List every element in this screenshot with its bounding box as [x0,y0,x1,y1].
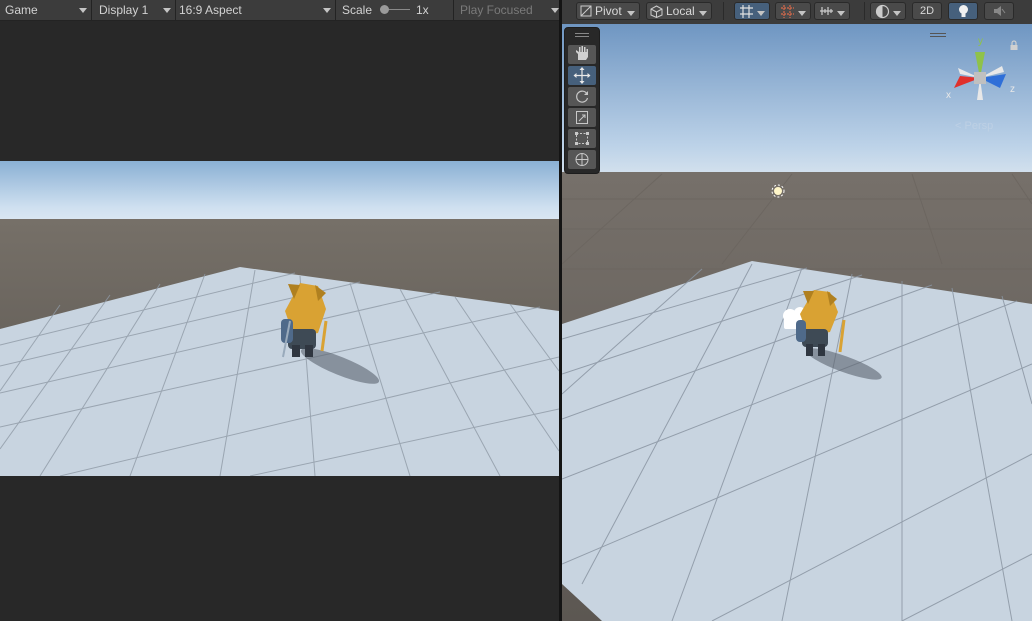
move-tool-button[interactable] [568,66,596,85]
shading-sphere-icon [875,4,890,19]
game-view-dropdown[interactable]: Game [0,0,92,20]
display-dropdown[interactable]: Display 1 [92,0,176,20]
local-cube-icon [650,5,663,18]
grid-snap-icon [740,5,753,18]
gizmo-center-cube[interactable] [974,72,986,84]
transform-tool-button[interactable] [568,150,596,169]
scene-view: Pivot Local 2D y x z < Persp [562,0,1032,621]
toolbar-divider [723,2,724,20]
chevron-down-icon [757,11,765,16]
transform-icon [575,153,589,166]
scale-control: Scale [336,0,454,20]
ruler-icon [820,7,833,15]
chevron-down-icon [798,11,806,16]
hand-icon [576,46,588,60]
z-axis-label: z [1010,84,1015,95]
pivot-dropdown[interactable]: Pivot [576,2,640,20]
move-arrows-icon [573,67,591,84]
pivot-label: Pivot [595,4,622,18]
sky [0,161,559,223]
chevron-down-icon [163,8,171,13]
chevron-down-icon [627,11,635,16]
draw-mode-button[interactable] [870,2,906,20]
game-render [0,161,559,476]
pivot-icon [580,5,592,17]
rotate-icon [576,90,589,103]
projection-label: Persp [964,120,994,132]
space-dropdown[interactable]: Local [646,2,712,20]
toolbar-divider [864,2,865,20]
scale-tool-button[interactable] [568,108,596,127]
scale-slider-handle[interactable] [380,5,389,14]
tools-overlay [564,27,600,174]
mode-2d-button[interactable]: 2D [912,2,942,20]
play-mode-dropdown[interactable]: Play Focused [454,0,559,20]
game-view-label: Game [5,3,38,17]
game-view: Game Display 1 16:9 Aspect Scale 1x Play… [0,0,559,621]
gizmo-drag-handle-icon[interactable] [930,33,946,34]
audio-toggle[interactable] [984,2,1014,20]
rect-tool-button[interactable] [568,129,596,148]
perspective-arrow-icon: < [955,120,962,132]
display-label: Display 1 [99,3,149,17]
scale-icon [576,111,588,124]
projection-toggle[interactable]: < Persp [955,120,993,132]
increment-snap-icon [781,5,794,18]
light-bulb-icon [959,5,968,17]
chevron-down-icon [79,8,87,13]
rotate-tool-button[interactable] [568,87,596,106]
scale-label: Scale [342,3,373,17]
chevron-down-icon [323,8,331,13]
mode-2d-label: 2D [919,5,935,17]
play-mode-label: Play Focused [460,3,533,17]
chevron-down-icon [837,11,845,16]
rect-transform-icon [575,132,589,145]
grid-snapping-button[interactable] [734,2,770,20]
chevron-down-icon [699,11,707,16]
lock-icon[interactable] [1009,40,1019,51]
aspect-dropdown[interactable]: 16:9 Aspect [176,0,336,20]
lighting-toggle[interactable] [948,2,978,20]
aspect-label: 16:9 Aspect [179,3,242,17]
space-label: Local [666,4,695,18]
chevron-down-icon [893,11,901,16]
increment-snap-button[interactable] [775,2,811,20]
y-axis-label: y [978,36,983,47]
chevron-down-icon [551,8,559,13]
scale-value: 1x [416,3,429,17]
grid-settings-button[interactable] [814,2,850,20]
drag-handle-icon[interactable] [575,33,589,34]
speaker-mute-icon [994,6,1006,16]
hand-tool-button[interactable] [568,45,596,64]
x-axis-label: x [946,90,951,101]
